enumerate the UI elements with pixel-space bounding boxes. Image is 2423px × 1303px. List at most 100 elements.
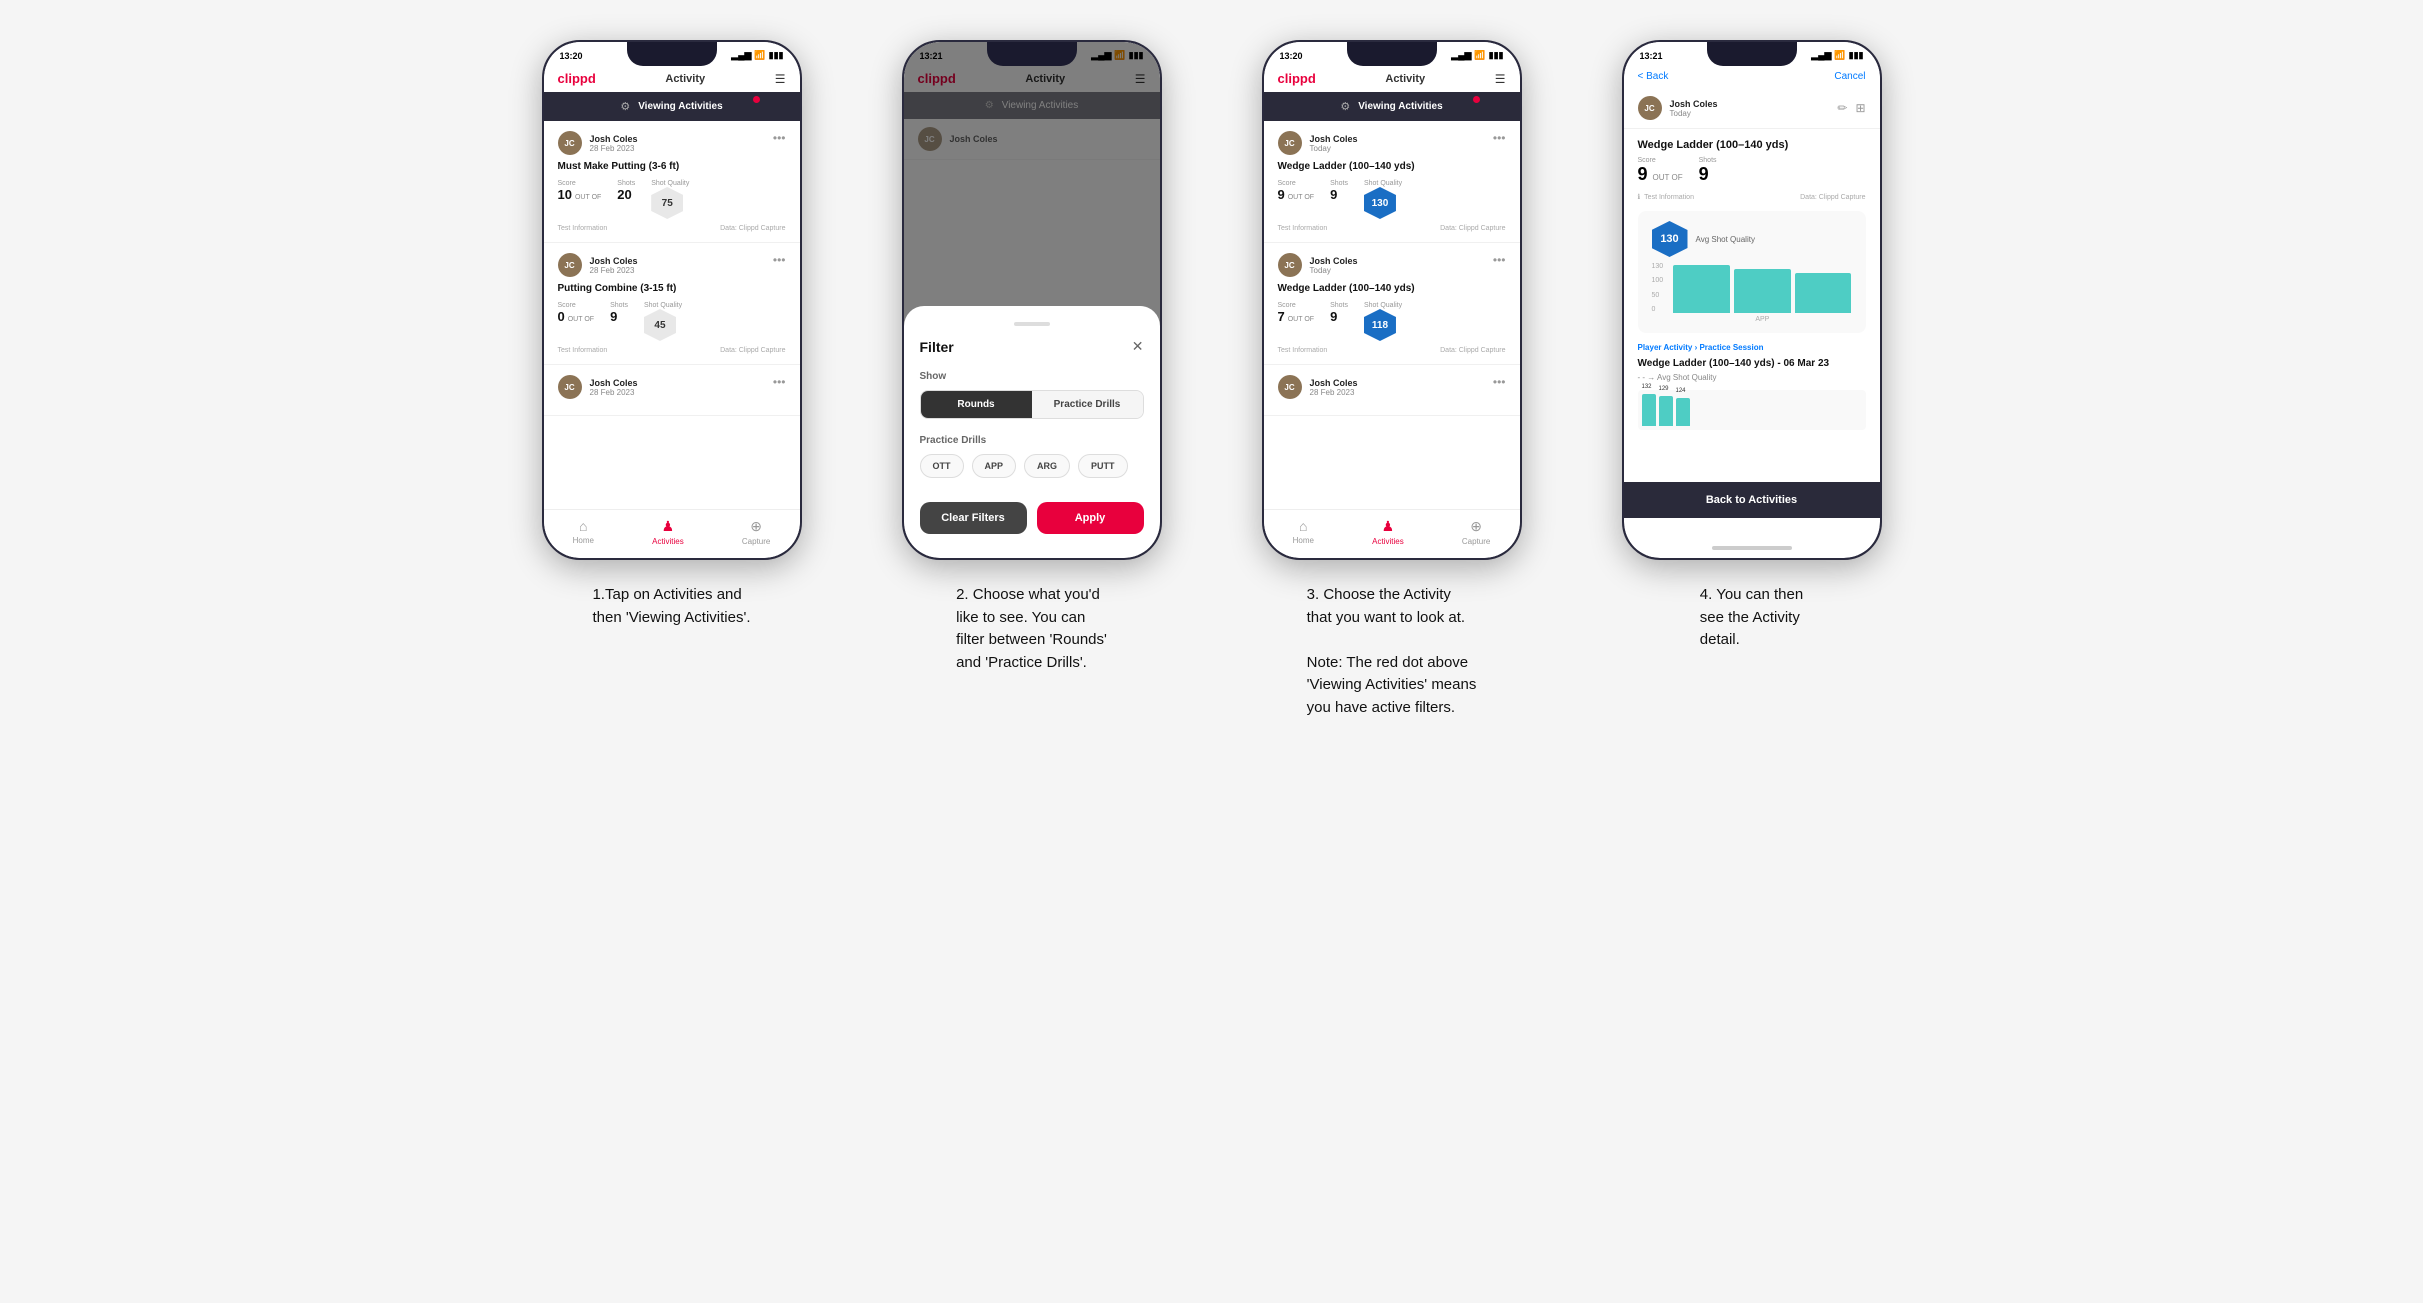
card-footer-1: Test Information Data: Clippd Capture — [558, 225, 786, 232]
close-button[interactable]: ✕ — [1132, 338, 1144, 355]
card-header-1: JC Josh Coles 28 Feb 2023 ••• — [558, 131, 786, 155]
chip-putt[interactable]: PUTT — [1078, 454, 1128, 478]
score-value-2: 0 OUT OF — [558, 309, 595, 324]
menu-icon-1[interactable]: ☰ — [775, 72, 786, 86]
activity-card-3[interactable]: JC Josh Coles 28 Feb 2023 ••• — [544, 365, 800, 416]
score-value-3a: 9 OUT OF — [1278, 187, 1315, 202]
battery-icon-4: ▮▮▮ — [1849, 50, 1864, 61]
filter-chips-row: OTT APP ARG PUTT — [920, 454, 1144, 478]
sq-label-2: Shot Quality — [644, 302, 682, 309]
activity-card-1[interactable]: JC Josh Coles 28 Feb 2023 ••• Must Make … — [544, 121, 800, 243]
avatar-3: JC — [558, 375, 582, 399]
shots-label-3a: Shots — [1330, 180, 1348, 187]
edit-icon[interactable]: ✏ — [1837, 101, 1847, 115]
activity-card-3c[interactable]: JC Josh Coles 28 Feb 2023 ••• — [1264, 365, 1520, 416]
chip-arg[interactable]: ARG — [1024, 454, 1070, 478]
chart-bars — [1673, 263, 1851, 313]
header-title-3: Activity — [1385, 73, 1425, 85]
nav-activities-1[interactable]: ♟ Activities — [652, 518, 684, 546]
practice-drills-toggle[interactable]: Practice Drills — [1032, 391, 1143, 418]
phone-4: 13:21 ▂▄▆ 📶 ▮▮▮ < Back Cancel JC — [1622, 40, 1882, 560]
card-header-3a: JC Josh Coles Today ••• — [1278, 131, 1506, 155]
more-icon-1[interactable]: ••• — [773, 131, 786, 145]
chart-content: 130 100 50 0 APP — [1652, 263, 1852, 323]
sq-badge-1: 75 — [651, 187, 683, 219]
card-data-2: Data: Clippd Capture — [720, 347, 785, 354]
header-title-1: Activity — [665, 73, 705, 85]
nav-activities-label-1: Activities — [652, 537, 684, 546]
back-button[interactable]: < Back — [1638, 71, 1669, 82]
chip-ott[interactable]: OTT — [920, 454, 964, 478]
nav-activities-3[interactable]: ♟ Activities — [1372, 518, 1404, 546]
practice-session-label-text[interactable]: Practice Session — [1699, 343, 1763, 352]
shots-value-3b: 9 — [1330, 309, 1348, 324]
out-of-2: OUT OF — [568, 316, 594, 323]
user-name-1: Josh Coles — [590, 134, 638, 144]
filter-modal: Filter ✕ Show Rounds Practice Drills Pra… — [904, 306, 1160, 558]
chip-app[interactable]: APP — [972, 454, 1017, 478]
user-date-1: 28 Feb 2023 — [590, 144, 638, 153]
time-4: 13:21 — [1640, 51, 1663, 61]
y-label-2: 0 — [1652, 306, 1664, 313]
menu-icon-3[interactable]: ☰ — [1495, 72, 1506, 86]
more-icon-3[interactable]: ••• — [773, 375, 786, 389]
detail-shots: 9 — [1699, 164, 1717, 185]
card-footer-3a: Test Information Data: Clippd Capture — [1278, 225, 1506, 232]
more-icon-3a[interactable]: ••• — [1493, 131, 1506, 145]
red-dot-1 — [753, 96, 760, 103]
activity-session-title: Wedge Ladder (100–140 yds) - 06 Mar 23 — [1624, 358, 1880, 373]
viewing-banner-3[interactable]: ⚙ Viewing Activities — [1264, 92, 1520, 121]
user-name-3b: Josh Coles — [1310, 256, 1358, 266]
shots-value-3a: 9 — [1330, 187, 1348, 202]
nav-capture-3[interactable]: ⊕ Capture — [1462, 518, 1490, 546]
phone-4-notch — [1707, 42, 1797, 66]
nav-home-1[interactable]: ⌂ Home — [573, 518, 594, 546]
phone-3-screen: 13:20 ▂▄▆ 📶 ▮▮▮ clippd Activity ☰ ⚙ V — [1264, 42, 1520, 558]
user-date-3c: 28 Feb 2023 — [1310, 388, 1358, 397]
phone-3-notch — [1347, 42, 1437, 66]
phone-2: 13:21 ▂▄▆ 📶 ▮▮▮ clippd Activity ☰ ⚙ V — [902, 40, 1162, 560]
y-label-5: 130 — [1652, 263, 1664, 270]
activity-card-2[interactable]: JC Josh Coles 28 Feb 2023 ••• Putting Co… — [544, 243, 800, 365]
capture-icon-3: ⊕ — [1470, 518, 1482, 535]
more-icon-3b[interactable]: ••• — [1493, 253, 1506, 267]
nav-capture-1[interactable]: ⊕ Capture — [742, 518, 770, 546]
rounds-toggle[interactable]: Rounds — [921, 391, 1032, 418]
score-1: 10 — [558, 187, 572, 202]
cancel-button-4[interactable]: Cancel — [1834, 71, 1865, 82]
modal-handle — [1014, 322, 1050, 326]
wifi-icon-1: 📶 — [754, 50, 765, 61]
detail-avatar: JC — [1638, 96, 1662, 120]
expand-icon[interactable]: ⊞ — [1855, 101, 1865, 115]
wifi-icon-3: 📶 — [1474, 50, 1485, 61]
sq-badge-3b: 118 — [1364, 309, 1396, 341]
activity-title-1: Must Make Putting (3-6 ft) — [558, 161, 786, 172]
app-header-3: clippd Activity ☰ — [1264, 65, 1520, 92]
user-name-3a: Josh Coles — [1310, 134, 1358, 144]
nav-home-label-3: Home — [1293, 536, 1314, 545]
detail-user-left: JC Josh Coles Today — [1638, 96, 1718, 120]
card-header-2: JC Josh Coles 28 Feb 2023 ••• — [558, 253, 786, 277]
detail-title-block: Wedge Ladder (100–140 yds) Score 9 OUT O… — [1624, 129, 1880, 211]
step-2-text: 2. Choose what you'd like to see. You ca… — [956, 586, 1107, 671]
score-value-3b: 7 OUT OF — [1278, 309, 1315, 324]
activity-card-3b[interactable]: JC Josh Coles Today ••• Wedge Ladder (10… — [1264, 243, 1520, 365]
detail-info-text: Test Information — [1644, 194, 1694, 201]
user-date-3a: Today — [1310, 144, 1358, 153]
shots-value-2: 9 — [610, 309, 628, 324]
score-3b: 7 — [1278, 309, 1285, 324]
modal-header: Filter ✕ — [920, 338, 1144, 355]
apply-button[interactable]: Apply — [1037, 502, 1144, 534]
home-icon-1: ⌂ — [579, 518, 587, 534]
status-icons-1: ▂▄▆ 📶 ▮▮▮ — [731, 50, 783, 61]
clear-filters-button[interactable]: Clear Filters — [920, 502, 1027, 534]
step-1-desc: 1.Tap on Activities and then 'Viewing Ac… — [592, 584, 750, 629]
viewing-banner-1[interactable]: ⚙ Viewing Activities — [544, 92, 800, 121]
more-icon-2[interactable]: ••• — [773, 253, 786, 267]
nav-home-3[interactable]: ⌂ Home — [1293, 518, 1314, 546]
activity-card-3a[interactable]: JC Josh Coles Today ••• Wedge Ladder (10… — [1264, 121, 1520, 243]
more-icon-3c[interactable]: ••• — [1493, 375, 1506, 389]
back-to-activities-btn[interactable]: Back to Activities — [1624, 482, 1880, 518]
red-dot-3 — [1473, 96, 1480, 103]
viewing-banner-text-1: Viewing Activities — [638, 101, 722, 112]
